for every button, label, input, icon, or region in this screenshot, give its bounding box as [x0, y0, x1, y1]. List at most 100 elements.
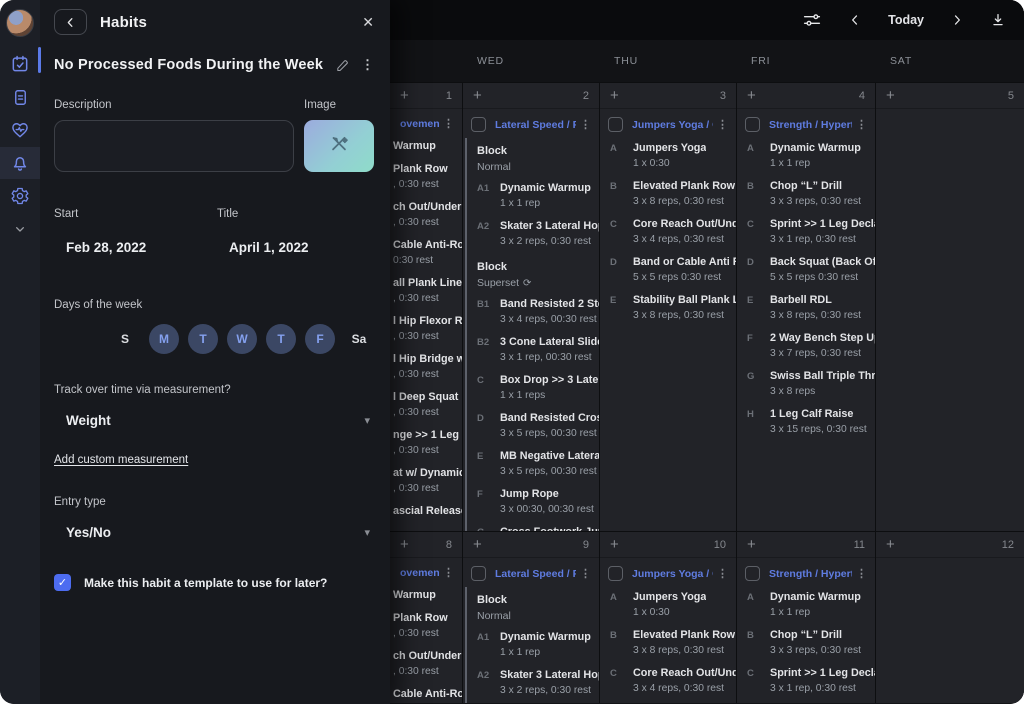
add-workout-button[interactable]: +	[473, 537, 482, 552]
exercise-letter: C	[747, 218, 770, 245]
track-label: Track over time via measurement?	[54, 384, 374, 396]
day-toggle-f[interactable]: F	[305, 324, 335, 354]
sidebar-item-reminders[interactable]	[0, 147, 40, 179]
exercise-row[interactable]: CSprint >> 1 Leg Declarations3 x 1 rep, …	[737, 218, 871, 256]
workout-checkbox[interactable]	[608, 566, 623, 581]
workout-title[interactable]: ovement Q...	[400, 567, 439, 579]
sidebar-item-settings[interactable]	[0, 180, 40, 212]
add-workout-button[interactable]: +	[886, 537, 895, 552]
end-date-field[interactable]: April 1, 2022	[217, 240, 374, 255]
workout-title[interactable]: Strength / Hypertro...	[769, 119, 852, 131]
exercise-row[interactable]: AJumpers Yoga1 x 0:30	[600, 591, 732, 629]
exercise-row[interactable]: CBox Drop >> 3 Lateral H...1 x 1 reps	[467, 374, 595, 412]
exercise-row[interactable]: BChop “L” Drill3 x 3 reps, 0:30 rest	[737, 629, 871, 667]
avatar[interactable]	[6, 9, 34, 37]
edit-pencil-icon[interactable]	[335, 58, 350, 73]
exercise-row[interactable]: BChop “L” Drill3 x 3 reps, 0:30 rest	[737, 180, 871, 218]
exercise-row[interactable]: B1Band Resisted 2 Step Late...3 x 4 reps…	[467, 298, 595, 336]
start-date-field[interactable]: Feb 28, 2022	[54, 240, 217, 255]
workout-title[interactable]: Jumpers Yoga / Core	[632, 119, 713, 131]
workout-checkbox[interactable]	[745, 117, 760, 132]
download-icon[interactable]	[990, 12, 1006, 28]
exercise-row[interactable]: GSwiss Ball Triple Threat3 x 8 reps	[737, 370, 871, 408]
add-workout-button[interactable]: +	[747, 88, 756, 103]
exercise-row[interactable]: EMB Negative Lateral Hop...3 x 5 reps, 0…	[467, 450, 595, 488]
measurement-select[interactable]: Weight ▾	[54, 413, 374, 428]
workout-menu-kebab-icon[interactable]: ⋮	[576, 567, 591, 580]
exercise-row[interactable]: FJump Rope3 x 00:30, 00:30 rest	[467, 488, 595, 526]
exercise-row[interactable]: DBack Squat (Back Off Set)5 x 5 reps 0:3…	[737, 256, 871, 294]
filter-sliders-icon[interactable]	[802, 11, 822, 29]
workout-title[interactable]: Strength / Hypertro...	[769, 568, 852, 580]
day-toggle-w[interactable]: W	[227, 324, 257, 354]
workout-menu-kebab-icon[interactable]: ⋮	[713, 118, 728, 131]
workout-checkbox[interactable]	[608, 117, 623, 132]
sidebar-item-calendar[interactable]	[0, 48, 40, 80]
exercise-row[interactable]: F2 Way Bench Step Up3 x 7 reps, 0:30 res…	[737, 332, 871, 370]
exercise-row[interactable]: CCore Reach Out/Under3 x 4 reps, 0:30 re…	[600, 218, 732, 256]
next-chevron-icon[interactable]	[950, 13, 964, 27]
add-custom-measurement-link[interactable]: Add custom measurement	[54, 454, 188, 466]
day-number: 11	[854, 539, 865, 551]
workout-title[interactable]: Lateral Speed / Plyo	[495, 568, 576, 580]
workout-menu-kebab-icon[interactable]: ⋮	[576, 118, 591, 131]
habit-image-tile[interactable]	[304, 120, 374, 172]
workout-menu-kebab-icon[interactable]: ⋮	[852, 118, 867, 131]
exercise-row[interactable]: CSprint >> 1 Leg Declarations3 x 1 rep, …	[737, 667, 871, 703]
exercise-row[interactable]: A2Skater 3 Lateral Hops >> ...3 x 2 reps…	[467, 220, 595, 258]
add-workout-button[interactable]: +	[610, 88, 619, 103]
add-workout-button[interactable]: +	[473, 88, 482, 103]
sidebar-item-health[interactable]	[0, 114, 40, 146]
add-workout-button[interactable]: +	[610, 537, 619, 552]
sidebar-expand[interactable]	[0, 213, 40, 245]
exercise-row[interactable]: BElevated Plank Row3 x 8 reps, 0:30 rest	[600, 180, 732, 218]
workout-title[interactable]: ovement Q...	[400, 118, 439, 130]
sidebar-item-notes[interactable]	[0, 81, 40, 113]
entry-type-select[interactable]: Yes/No ▾	[54, 525, 374, 540]
workout-menu-kebab-icon[interactable]: ⋮	[439, 566, 454, 579]
add-workout-button[interactable]: +	[400, 88, 409, 103]
workout-menu-kebab-icon[interactable]: ⋮	[439, 117, 454, 130]
day-toggle-t[interactable]: T	[188, 324, 218, 354]
prev-chevron-icon[interactable]	[848, 13, 862, 27]
exercise-row[interactable]: BElevated Plank Row3 x 8 reps, 0:30 rest	[600, 629, 732, 667]
exercise-row[interactable]: EStability Ball Plank Linear ...3 x 8 re…	[600, 294, 732, 332]
add-workout-button[interactable]: +	[400, 537, 409, 552]
workout-card-body: BlockNormalA1Dynamic Warmup1 x 1 repA2Sk…	[465, 138, 599, 531]
today-button[interactable]: Today	[888, 13, 924, 27]
exercise-row[interactable]: EBarbell RDL3 x 8 reps, 0:30 rest	[737, 294, 871, 332]
add-workout-button[interactable]: +	[747, 537, 756, 552]
workout-menu-kebab-icon[interactable]: ⋮	[852, 567, 867, 580]
back-button[interactable]	[54, 9, 87, 35]
exercise-row[interactable]: H1 Leg Calf Raise3 x 15 reps, 0:30 rest	[737, 408, 871, 446]
close-icon[interactable]: ✕	[362, 15, 374, 29]
description-input[interactable]	[54, 120, 294, 172]
exercise-row[interactable]: CCore Reach Out/Under3 x 4 reps, 0:30 re…	[600, 667, 732, 703]
workout-checkbox[interactable]	[471, 566, 486, 581]
workout-menu-kebab-icon[interactable]: ⋮	[713, 567, 728, 580]
exercise-row[interactable]: ADynamic Warmup1 x 1 rep	[737, 591, 871, 629]
template-checkbox[interactable]: ✓	[54, 574, 71, 591]
workout-title[interactable]: Jumpers Yoga / Core	[632, 568, 713, 580]
workout-checkbox[interactable]	[471, 117, 486, 132]
exercise-row[interactable]: A2Skater 3 Lateral Hops >> ...3 x 2 reps…	[467, 669, 595, 703]
exercise-row[interactable]: A1Dynamic Warmup1 x 1 rep	[467, 631, 595, 669]
day-toggle-s[interactable]: S	[110, 324, 140, 354]
workout-checkbox[interactable]	[745, 566, 760, 581]
exercise-row[interactable]: B23 Cone Lateral Slide3 x 1 rep, 00:30 r…	[467, 336, 595, 374]
measurement-value: Weight	[66, 413, 111, 428]
day-toggle-t[interactable]: T	[266, 324, 296, 354]
habit-menu-kebab-icon[interactable]: ⋮	[361, 57, 374, 73]
exercise-row[interactable]: DBand Resisted Crossover...3 x 5 reps, 0…	[467, 412, 595, 450]
exercise-row[interactable]: ADynamic Warmup1 x 1 rep	[737, 142, 871, 180]
day-toggle-m[interactable]: M	[149, 324, 179, 354]
exercise-detail: 5 x 5 reps 0:30 rest	[633, 272, 737, 283]
exercise-row[interactable]: A1Dynamic Warmup1 x 1 rep	[467, 182, 595, 220]
workout-title[interactable]: Lateral Speed / Plyo	[495, 119, 576, 131]
day-cell-header: +10	[600, 532, 736, 558]
exercise-row[interactable]: AJumpers Yoga1 x 0:30	[600, 142, 732, 180]
exercise-row[interactable]: GCross Footwork Jump Rope3 x 00:30, 00:3…	[467, 526, 595, 531]
exercise-row[interactable]: DBand or Cable Anti Rotati...5 x 5 reps …	[600, 256, 732, 294]
add-workout-button[interactable]: +	[886, 88, 895, 103]
day-toggle-sa[interactable]: Sa	[344, 324, 374, 354]
